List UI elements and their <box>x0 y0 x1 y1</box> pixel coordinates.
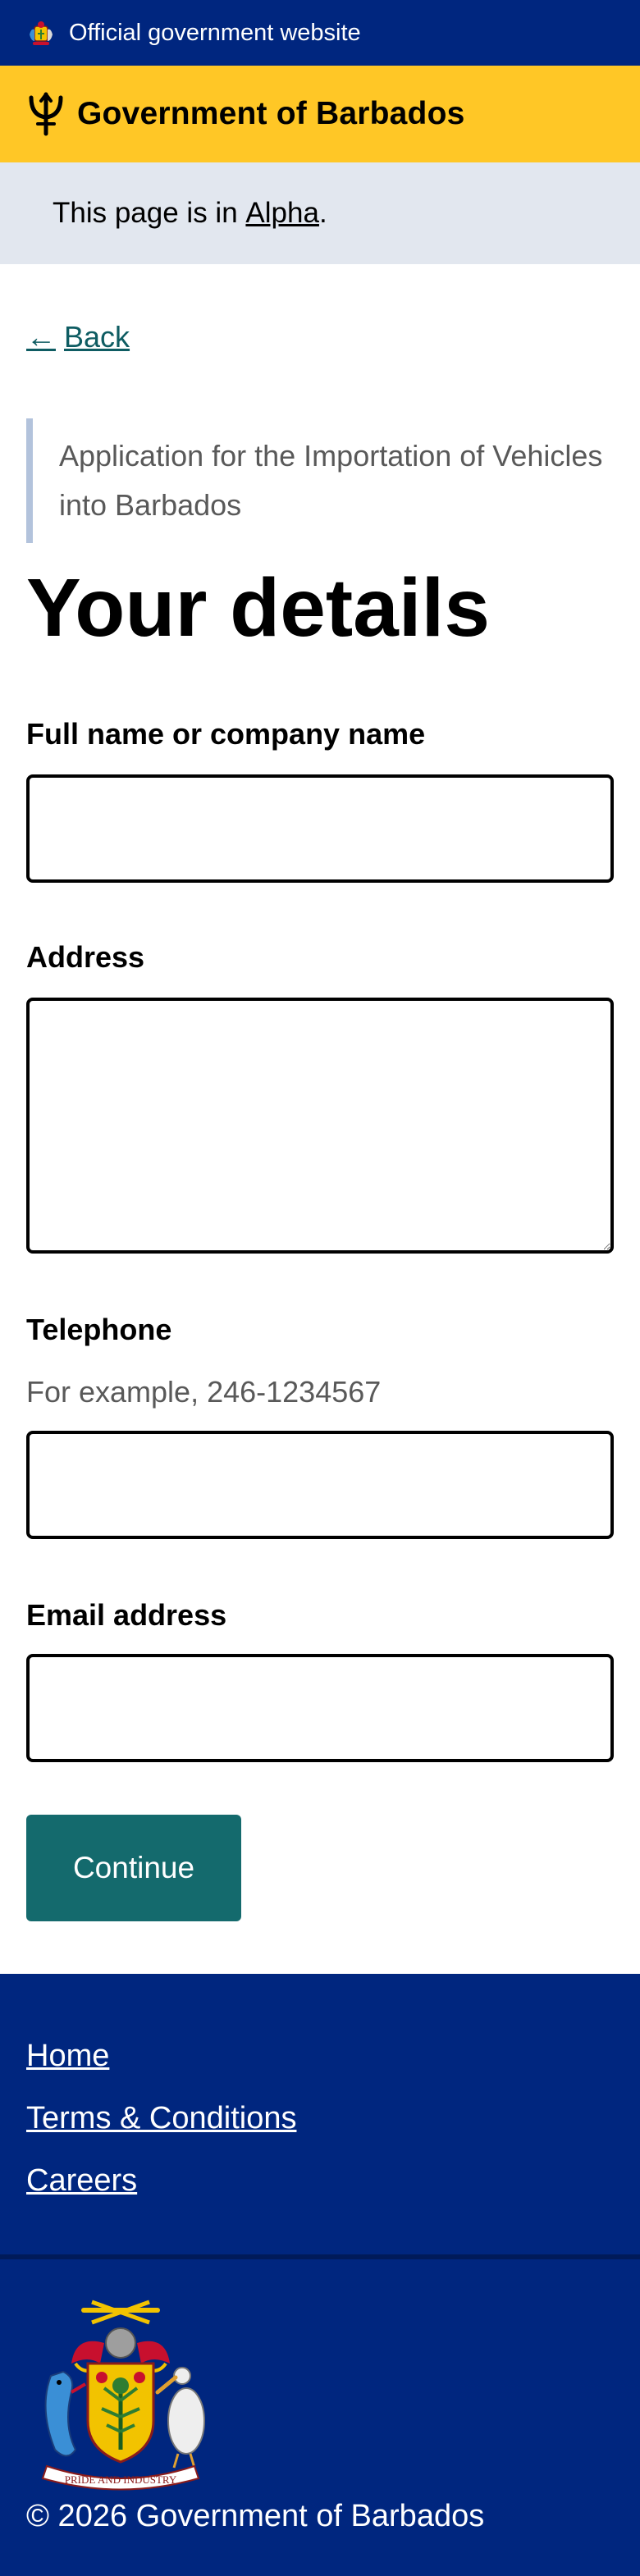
application-caption: Application for the Importation of Vehic… <box>26 418 614 543</box>
page-title: Your details <box>26 562 490 654</box>
continue-button[interactable]: Continue <box>26 1815 241 1921</box>
site-title[interactable]: Government of Barbados <box>77 96 464 132</box>
coat-of-arms-icon <box>30 21 53 45</box>
footer-link-terms[interactable]: Terms & Conditions <box>26 2099 296 2138</box>
official-website-text: Official government website <box>69 19 361 46</box>
phase-banner: This page is in Alpha . <box>0 162 640 264</box>
site-footer: Home Terms & Conditions Careers PRIDE AN… <box>0 1974 640 2576</box>
site-header: Government of Barbados <box>0 66 640 162</box>
official-banner: Official government website <box>0 0 640 66</box>
phase-prefix-text: This page is in <box>53 197 246 229</box>
telephone-hint: For example, 246-1234567 <box>26 1375 382 1409</box>
motto-text: PRIDE AND INDUSTRY <box>65 2473 177 2486</box>
footer-link-careers[interactable]: Careers <box>26 2161 296 2200</box>
email-input[interactable] <box>26 1654 614 1762</box>
back-link[interactable]: ← Back <box>26 320 130 354</box>
copyright-text: © 2026 Government of Barbados <box>26 2499 485 2533</box>
footer-divider <box>0 2254 640 2259</box>
full-name-label: Full name or company name <box>26 717 426 751</box>
address-label: Address <box>26 940 145 974</box>
back-link-label: Back <box>64 320 130 354</box>
footer-link-home[interactable]: Home <box>26 2036 296 2076</box>
phase-suffix-text: . <box>318 197 327 229</box>
footer-nav: Home Terms & Conditions Careers <box>26 2036 296 2223</box>
telephone-label: Telephone <box>26 1313 172 1346</box>
full-name-input[interactable] <box>26 774 614 883</box>
arrow-left-icon: ← <box>26 320 56 354</box>
address-textarea[interactable] <box>26 998 614 1254</box>
coat-of-arms-icon: PRIDE AND INDUSTRY <box>41 2300 205 2491</box>
telephone-input[interactable] <box>26 1431 614 1539</box>
alpha-phase-link[interactable]: Alpha <box>245 197 319 230</box>
trident-icon[interactable] <box>26 91 66 137</box>
email-label: Email address <box>26 1598 227 1632</box>
